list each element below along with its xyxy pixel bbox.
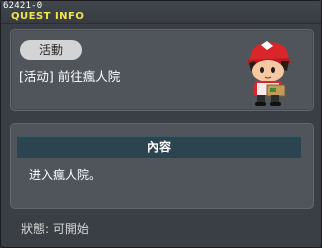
quest-status: 狀態: 可開始 <box>21 222 89 236</box>
quest-id: 62421-0 <box>3 1 43 11</box>
window-title: QUEST INFO <box>11 11 85 22</box>
title-bar[interactable]: 62421-0 QUEST INFO <box>1 1 321 24</box>
quest-info-window: 62421-0 QUEST INFO 活動 [活动] 前往瘋人院 內容 进入瘋人… <box>0 0 322 248</box>
quest-name: [活动] 前往瘋人院 <box>19 69 121 84</box>
npc-character-icon <box>247 41 291 106</box>
category-badge: 活動 <box>20 40 82 60</box>
content-text: 进入瘋人院。 <box>29 168 102 182</box>
content-header: 內容 <box>17 136 301 158</box>
